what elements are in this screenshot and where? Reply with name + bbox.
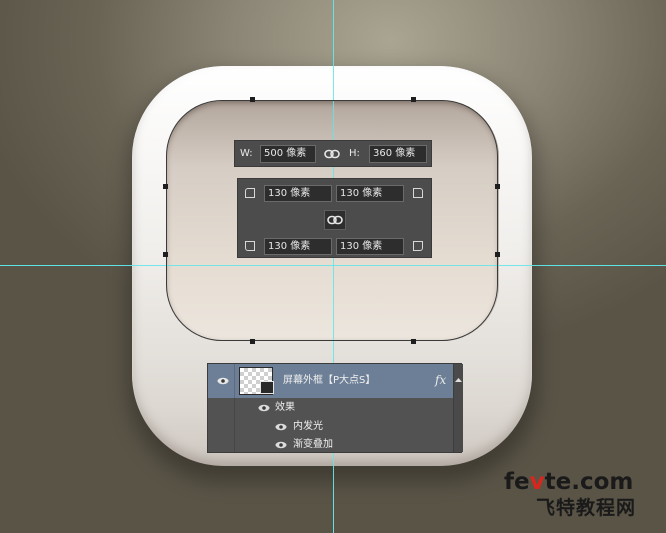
path-anchor[interactable] <box>411 339 416 344</box>
column-divider <box>234 364 235 398</box>
gradient-overlay-eye-icon[interactable] <box>275 441 287 449</box>
corner-top-right-icon <box>413 188 423 198</box>
path-anchor[interactable] <box>495 252 500 257</box>
column-divider <box>234 398 235 452</box>
scroll-up-arrow-icon[interactable] <box>454 376 463 384</box>
corner-top-right-input[interactable]: 130 像素 <box>336 185 404 202</box>
corner-radius-panel: 130 像素 130 像素 130 像素 130 像素 <box>237 178 432 258</box>
size-panel: W: 500 像素 H: 360 像素 <box>234 140 432 167</box>
path-anchor[interactable] <box>495 184 500 189</box>
layers-panel: 屏幕外框【P大点S】 fx 效果 内发光 渐变叠加 <box>207 363 463 453</box>
path-anchor[interactable] <box>250 339 255 344</box>
width-label: W: <box>240 148 253 159</box>
corner-bottom-left-icon <box>245 241 255 251</box>
corner-bottom-right-input[interactable]: 130 像素 <box>336 238 404 255</box>
effect-item-inner-glow[interactable]: 内发光 <box>293 421 323 433</box>
fx-icon[interactable]: fx <box>435 373 446 387</box>
width-input[interactable]: 500 像素 <box>260 145 316 163</box>
effects-label: 效果 <box>275 402 295 413</box>
corner-top-left-input[interactable]: 130 像素 <box>264 185 332 202</box>
path-anchor[interactable] <box>163 184 168 189</box>
corner-bottom-right-icon <box>413 241 423 251</box>
link-icon[interactable] <box>322 145 342 163</box>
watermark-url: fevte.com <box>504 469 634 495</box>
height-label: H: <box>349 148 360 159</box>
path-anchor[interactable] <box>163 252 168 257</box>
effects-eye-icon[interactable] <box>258 404 270 412</box>
corner-top-left-icon <box>245 188 255 198</box>
path-anchor[interactable] <box>250 97 255 102</box>
layer-name[interactable]: 屏幕外框【P大点S】 <box>283 375 375 387</box>
visibility-eye-icon[interactable] <box>217 377 229 385</box>
height-input[interactable]: 360 像素 <box>369 145 427 163</box>
corner-bottom-left-input[interactable]: 130 像素 <box>264 238 332 255</box>
watermark-site-name: 飞特教程网 <box>536 497 637 519</box>
scrollbar[interactable] <box>453 364 463 452</box>
link-corners-button[interactable] <box>324 210 346 230</box>
shape-layer-badge-icon <box>260 381 274 394</box>
effect-item-gradient-overlay[interactable]: 渐变叠加 <box>293 439 333 451</box>
inner-glow-eye-icon[interactable] <box>275 423 287 431</box>
path-anchor[interactable] <box>411 97 416 102</box>
layer-row-selected[interactable]: 屏幕外框【P大点S】 fx <box>208 364 453 398</box>
